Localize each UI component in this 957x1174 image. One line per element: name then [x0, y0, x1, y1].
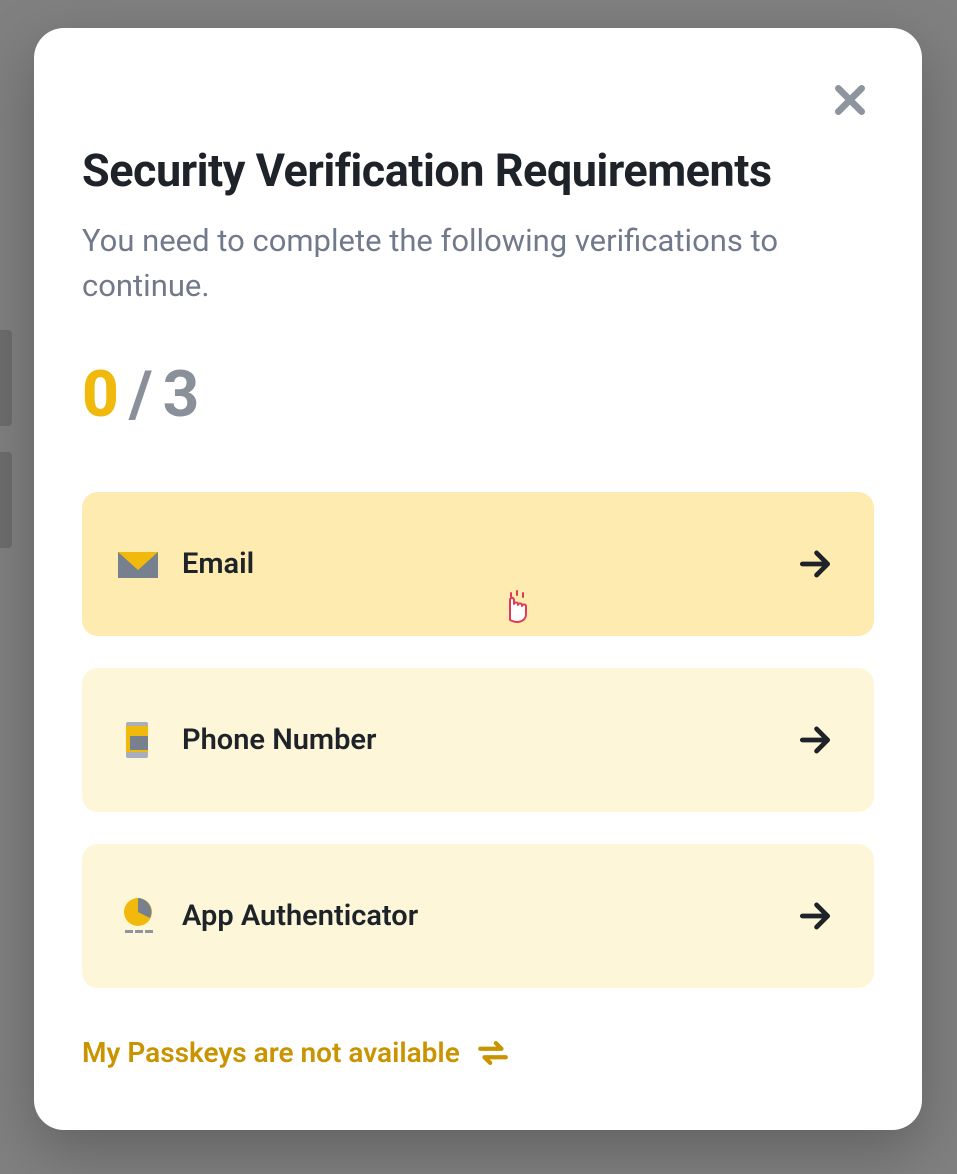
- arrow-right-icon: [796, 545, 834, 583]
- modal-backdrop: Security Verification Requirements You n…: [0, 0, 957, 1174]
- modal-title: Security Verification Requirements: [82, 144, 874, 197]
- passkeys-unavailable-link[interactable]: My Passkeys are not available: [82, 1036, 874, 1070]
- progress-total: 3: [163, 357, 202, 432]
- progress-done: 0: [82, 357, 121, 432]
- option-label: Email: [182, 547, 796, 581]
- background-strip: [0, 452, 12, 548]
- progress-counter: 0 / 3: [82, 357, 874, 432]
- close-button[interactable]: [826, 76, 874, 124]
- authenticator-icon: [116, 894, 160, 938]
- option-phone[interactable]: Phone Number: [82, 668, 874, 812]
- footer-link-label: My Passkeys are not available: [82, 1036, 460, 1069]
- option-label: Phone Number: [182, 723, 796, 757]
- background-strip: [0, 330, 12, 426]
- option-label: App Authenticator: [182, 899, 796, 933]
- verification-options: Email Phone Number: [82, 492, 874, 988]
- swap-icon: [476, 1036, 510, 1070]
- option-authenticator[interactable]: App Authenticator: [82, 844, 874, 988]
- close-icon: [830, 80, 870, 120]
- option-email[interactable]: Email: [82, 492, 874, 636]
- security-verification-modal: Security Verification Requirements You n…: [34, 28, 922, 1130]
- arrow-right-icon: [796, 721, 834, 759]
- arrow-right-icon: [796, 897, 834, 935]
- email-icon: [116, 542, 160, 586]
- modal-subtitle: You need to complete the following verif…: [82, 219, 874, 309]
- phone-icon: [116, 718, 160, 762]
- progress-sep: /: [129, 357, 155, 432]
